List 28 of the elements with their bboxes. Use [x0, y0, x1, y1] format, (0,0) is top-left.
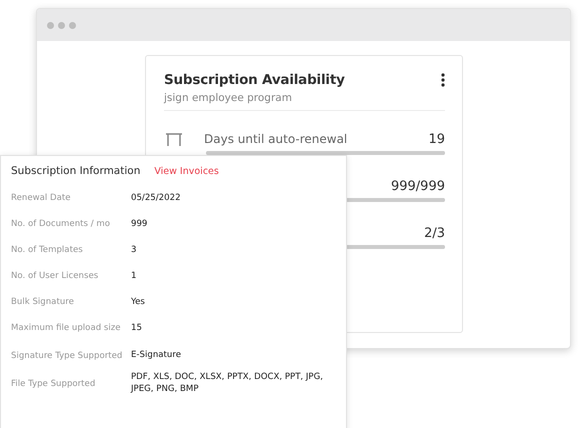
info-label: Signature Type Supported [11, 350, 124, 363]
info-value: PDF, XLS, DOC, XLSX, PPTX, DOCX, PPT, JPG, JPEG, PNG, BMP [131, 371, 324, 395]
info-label: File Type Supported [11, 378, 96, 391]
info-value: 999 [131, 218, 148, 230]
info-label: Renewal Date [11, 192, 72, 205]
info-label: Maximum file upload size [11, 322, 122, 335]
info-label: No. of Documents / mo [11, 218, 112, 231]
info-label: Bulk Signature [11, 296, 75, 309]
row-label: Days until auto-renewal [204, 132, 348, 146]
panel-title: Subscription Information [11, 165, 140, 177]
window-dot-icon [58, 22, 65, 28]
row-value: 19 [428, 132, 445, 146]
info-value: 1 [131, 270, 138, 282]
info-value: 3 [131, 244, 138, 256]
card-title: Subscription Availability [164, 72, 345, 88]
info-label: No. of Templates [11, 244, 84, 257]
info-value: 05/25/2022 [131, 192, 182, 204]
row-value: 999/999 [390, 178, 445, 194]
info-value: 15 [131, 322, 143, 334]
more-menu-icon[interactable] [441, 73, 445, 87]
row-value: 2/3 [424, 226, 445, 240]
window-dot-icon [69, 22, 76, 28]
info-label: No. of User Licenses [11, 270, 100, 283]
view-invoices-link[interactable]: View Invoices [154, 166, 219, 176]
info-value: Yes [131, 296, 146, 308]
card-subtitle: jsign employee program [164, 92, 293, 104]
info-value: E-Signature [131, 349, 182, 361]
window-dot-icon [47, 22, 54, 28]
